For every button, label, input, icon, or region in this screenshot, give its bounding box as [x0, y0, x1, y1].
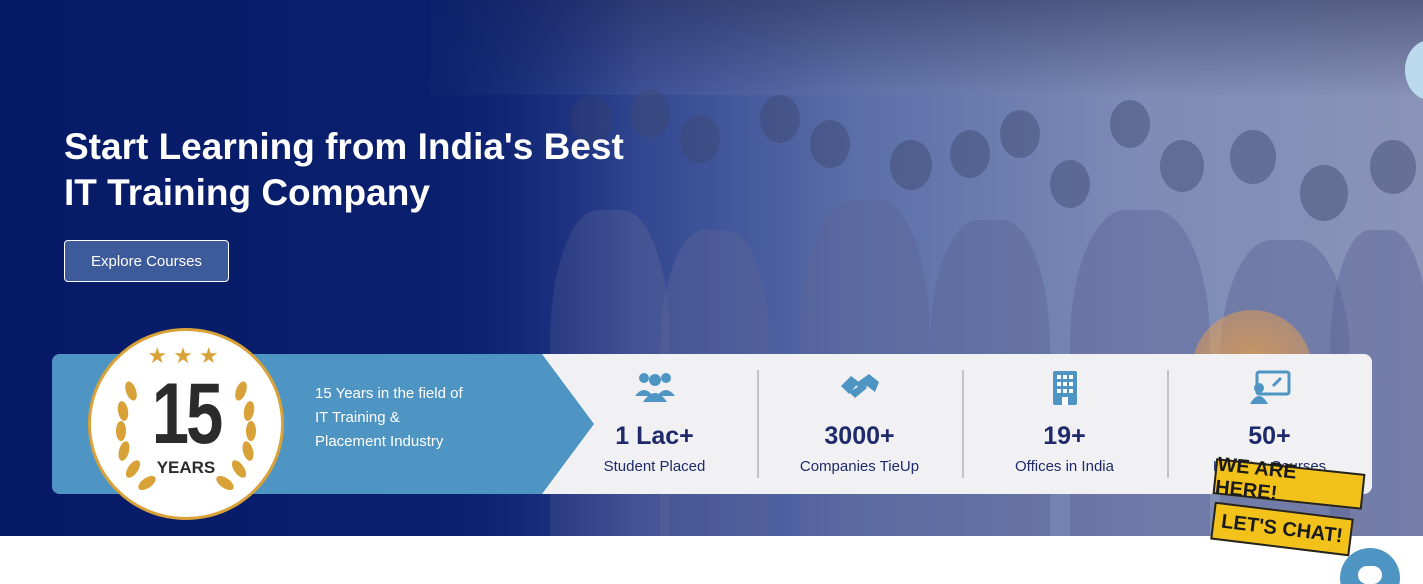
experience-text: 15 Years in the field of IT Training & P…: [315, 382, 515, 454]
stat-label: Student Placed: [603, 458, 706, 475]
fifteen-years-badge: ★★★ 15 YEARS: [88, 328, 284, 520]
experience-line3: Placement Industry: [315, 433, 444, 450]
stat-offices: 19+ Offices in India: [962, 370, 1167, 476]
badge-number: 15: [151, 366, 224, 462]
hero-title-line2: IT Training Company: [64, 172, 430, 213]
badge-label: YEARS: [156, 458, 216, 477]
chat-icon: [1358, 566, 1382, 584]
experience-line2: IT Training &: [315, 409, 400, 426]
stat-students: 1 Lac+ Student Placed: [552, 370, 757, 476]
handshake-icon: [840, 374, 879, 398]
stat-value: 1 Lac+: [615, 422, 694, 450]
hero-title: Start Learning from India's Best IT Trai…: [64, 124, 704, 216]
building-icon: [1052, 371, 1077, 405]
stat-label: Offices in India: [1015, 458, 1114, 475]
users-icon: [634, 373, 675, 402]
chat-widget-banner[interactable]: WE ARE HERE! LET'S CHAT!: [1192, 453, 1382, 562]
explore-courses-button[interactable]: Explore Courses: [64, 240, 229, 282]
stat-label: Companies TieUp: [799, 458, 920, 475]
hero-title-line1: Start Learning from India's Best: [64, 126, 624, 167]
chat-banner-line1[interactable]: WE ARE HERE!: [1212, 453, 1366, 510]
stat-value: 50+: [1248, 422, 1291, 450]
presentation-icon: [1249, 370, 1290, 404]
stat-value: 3000+: [824, 422, 895, 450]
experience-line1: 15 Years in the field of: [315, 385, 463, 402]
stat-value: 19+: [1043, 422, 1086, 450]
stat-companies: 3000+ Companies TieUp: [757, 370, 962, 476]
